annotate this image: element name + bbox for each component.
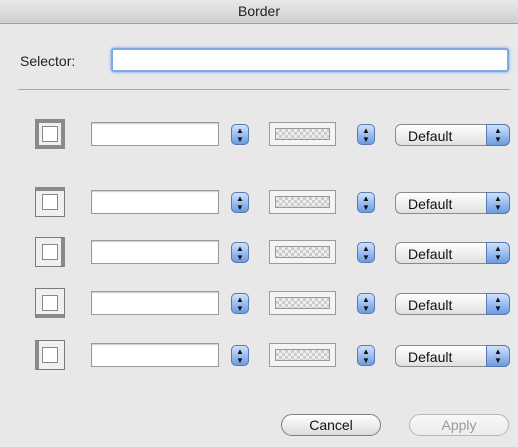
border-color-well[interactable] bbox=[269, 240, 336, 264]
border-color-well[interactable] bbox=[269, 122, 336, 146]
border-dialog: Border Selector: ▲ ▼ ▲ ▼ Default ▲ ▼ ▲ ▼ ▲ ▼ … bbox=[0, 0, 518, 447]
border-color-well[interactable] bbox=[269, 190, 336, 214]
width-stepper[interactable]: ▲ ▼ bbox=[231, 192, 249, 213]
style-select-value: Default bbox=[408, 196, 453, 212]
color-stepper[interactable]: ▲ ▼ bbox=[357, 293, 375, 314]
selector-label: Selector: bbox=[20, 53, 76, 69]
border-row-all: ▲ ▼ ▲ ▼ Default ▲ ▼ bbox=[0, 119, 518, 151]
color-stepper[interactable]: ▲ ▼ bbox=[357, 192, 375, 213]
apply-button[interactable]: Apply bbox=[409, 414, 509, 436]
selector-input[interactable] bbox=[111, 48, 509, 72]
border-style-select[interactable]: Default ▲ ▼ bbox=[395, 293, 510, 315]
border-width-input[interactable] bbox=[91, 291, 219, 315]
width-stepper[interactable]: ▲ ▼ bbox=[231, 293, 249, 314]
cancel-button[interactable]: Cancel bbox=[281, 414, 381, 436]
border-row-left: ▲ ▼ ▲ ▼ Default ▲ ▼ bbox=[0, 340, 518, 372]
border-style-select[interactable]: Default ▲ ▼ bbox=[395, 124, 510, 146]
border-width-input[interactable] bbox=[91, 190, 219, 214]
window-title: Border bbox=[0, 0, 518, 24]
border-right-icon[interactable] bbox=[35, 237, 65, 267]
divider bbox=[18, 89, 510, 90]
color-stepper[interactable]: ▲ ▼ bbox=[357, 242, 375, 263]
color-stepper[interactable]: ▲ ▼ bbox=[357, 124, 375, 145]
border-bottom-icon[interactable] bbox=[35, 288, 65, 318]
border-row-top: ▲ ▼ ▲ ▼ Default ▲ ▼ bbox=[0, 187, 518, 219]
select-arrows-icon: ▲ ▼ bbox=[486, 293, 510, 315]
select-arrows-icon: ▲ ▼ bbox=[486, 192, 510, 214]
border-top-icon[interactable] bbox=[35, 187, 65, 217]
select-arrows-icon: ▲ ▼ bbox=[486, 345, 510, 367]
border-width-input[interactable] bbox=[91, 122, 219, 146]
border-width-input[interactable] bbox=[91, 240, 219, 264]
style-select-value: Default bbox=[408, 246, 453, 262]
border-row-bottom: ▲ ▼ ▲ ▼ Default ▲ ▼ bbox=[0, 288, 518, 320]
style-select-value: Default bbox=[408, 128, 453, 144]
style-select-value: Default bbox=[408, 349, 453, 365]
width-stepper[interactable]: ▲ ▼ bbox=[231, 345, 249, 366]
border-style-select[interactable]: Default ▲ ▼ bbox=[395, 192, 510, 214]
border-all-icon[interactable] bbox=[35, 119, 65, 149]
select-arrows-icon: ▲ ▼ bbox=[486, 242, 510, 264]
select-arrows-icon: ▲ ▼ bbox=[486, 124, 510, 146]
border-width-input[interactable] bbox=[91, 343, 219, 367]
border-row-right: ▲ ▼ ▲ ▼ Default ▲ ▼ bbox=[0, 237, 518, 269]
border-style-select[interactable]: Default ▲ ▼ bbox=[395, 345, 510, 367]
border-left-icon[interactable] bbox=[35, 340, 65, 370]
width-stepper[interactable]: ▲ ▼ bbox=[231, 124, 249, 145]
width-stepper[interactable]: ▲ ▼ bbox=[231, 242, 249, 263]
border-color-well[interactable] bbox=[269, 343, 336, 367]
color-stepper[interactable]: ▲ ▼ bbox=[357, 345, 375, 366]
style-select-value: Default bbox=[408, 297, 453, 313]
border-style-select[interactable]: Default ▲ ▼ bbox=[395, 242, 510, 264]
border-color-well[interactable] bbox=[269, 291, 336, 315]
